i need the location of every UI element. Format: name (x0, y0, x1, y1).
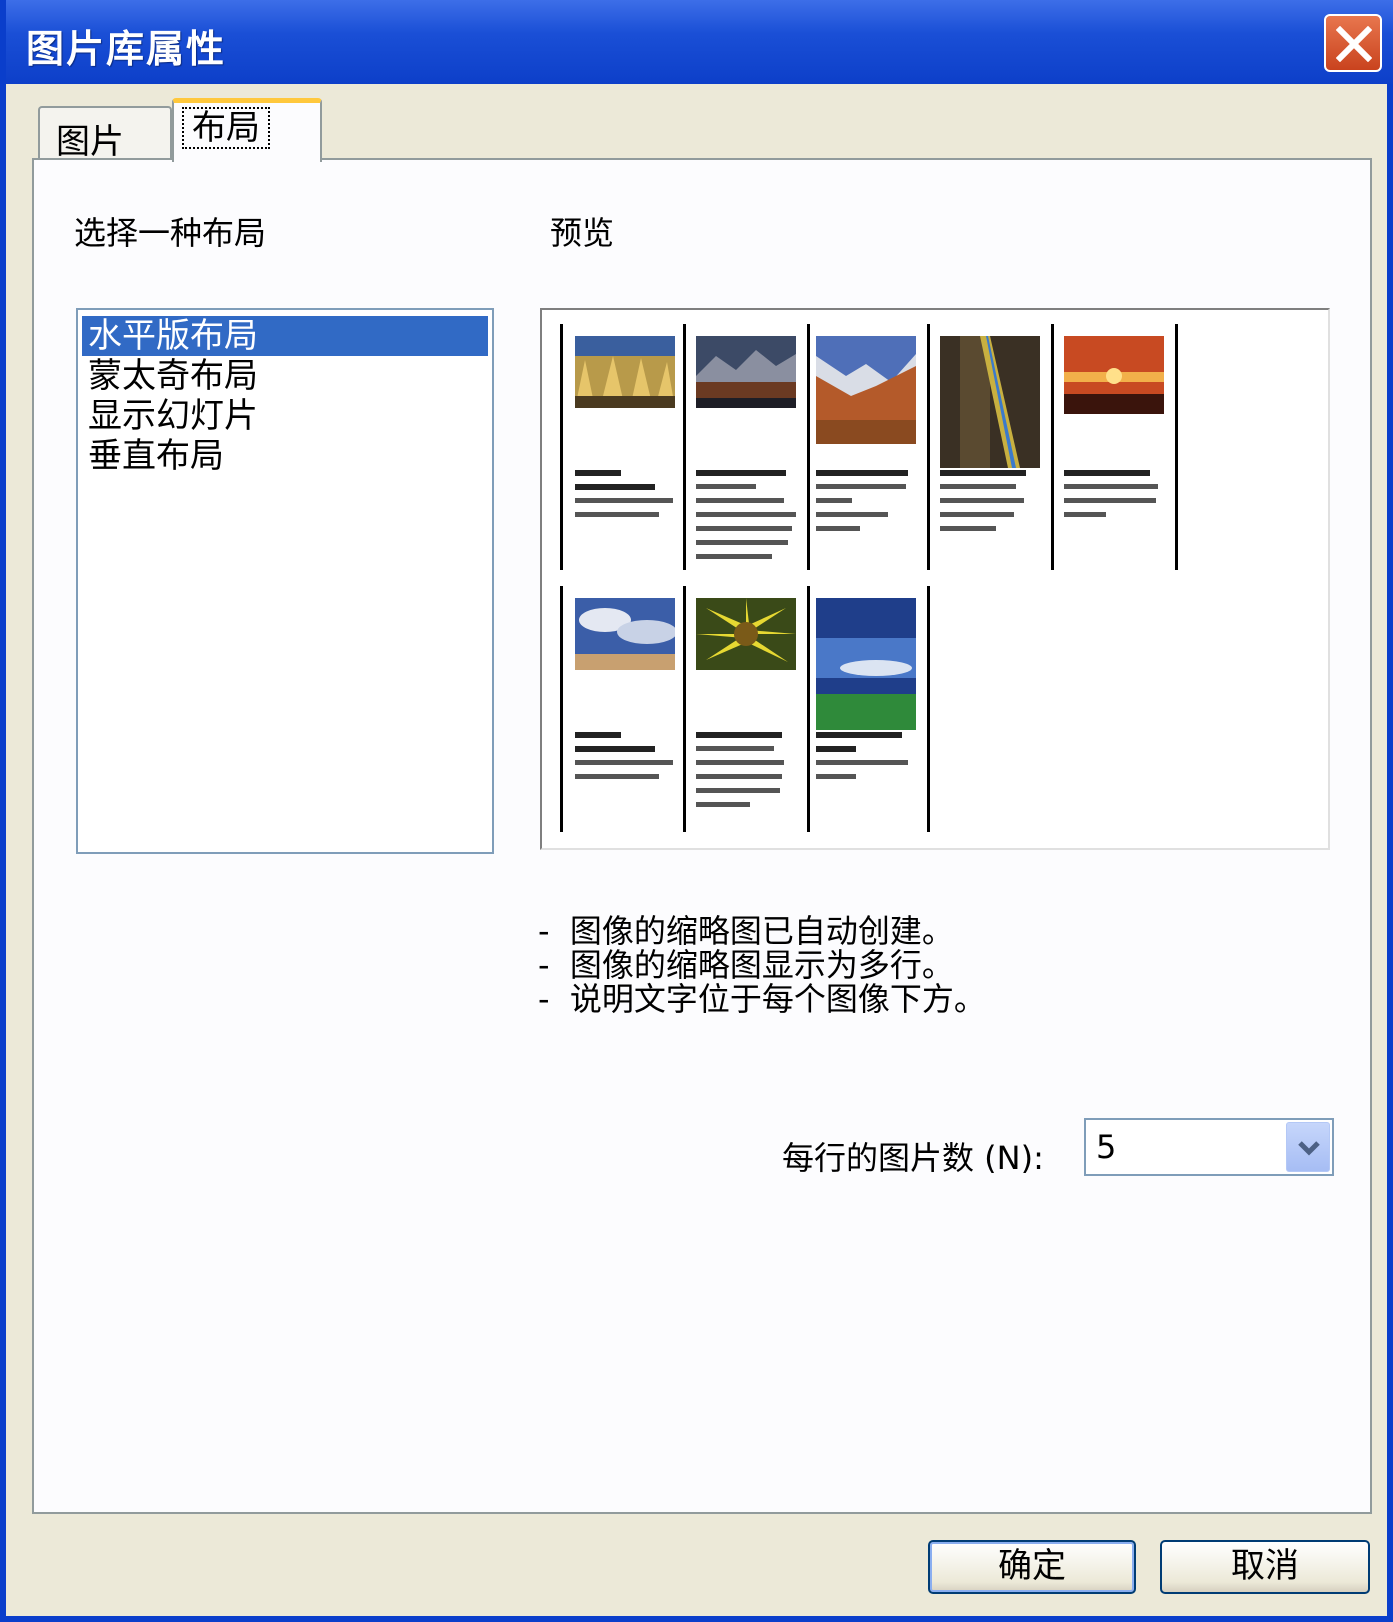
tab-layout[interactable]: 布局 (172, 98, 322, 162)
thumbnail-image (696, 598, 796, 670)
thumbnail-image (940, 336, 1040, 468)
close-button[interactable] (1324, 14, 1382, 72)
preview-thumbnail (684, 586, 810, 832)
preview-thumbnail (560, 324, 686, 570)
preview-thumbnail (804, 586, 930, 832)
preview-thumbnail (684, 324, 810, 570)
preview-thumbnail (560, 586, 686, 832)
title-bar[interactable]: 图片库属性 (6, 0, 1393, 84)
tab-layout-label: 布局 (182, 107, 270, 149)
thumbnail-image (696, 336, 796, 408)
preview-thumbnail (1052, 324, 1178, 570)
description-line: - 图像的缩略图已自动创建。 (538, 912, 954, 950)
layout-item-horizontal[interactable]: 水平版布局 (82, 316, 488, 356)
chevron-down-icon (1298, 1141, 1320, 1156)
layout-listbox[interactable]: 水平版布局 蒙太奇布局 显示幻灯片 垂直布局 (76, 308, 494, 854)
layout-item-slideshow[interactable]: 显示幻灯片 (82, 396, 488, 436)
ok-button[interactable]: 确定 (928, 1540, 1136, 1594)
tab-pictures[interactable]: 图片 (38, 106, 172, 162)
tab-pictures-label: 图片 (56, 122, 124, 162)
choose-layout-label: 选择一种布局 (74, 214, 267, 252)
cancel-button[interactable]: 取消 (1160, 1540, 1370, 1594)
thumbnail-image (816, 598, 916, 730)
description-line: - 说明文字位于每个图像下方。 (538, 980, 986, 1018)
close-icon (1336, 26, 1372, 62)
layout-preview (540, 308, 1330, 850)
pictures-per-row-value: 5 (1096, 1128, 1117, 1166)
dialog-window: 图片库属性 图片 布局 选择一种布局 预览 水平版布局 蒙太奇布局 显示幻灯片 … (0, 0, 1393, 1622)
thumbnail-image (1064, 336, 1164, 414)
pictures-per-row-select[interactable]: 5 (1084, 1118, 1334, 1176)
layout-item-vertical[interactable]: 垂直布局 (82, 436, 488, 476)
dropdown-button[interactable] (1286, 1122, 1330, 1172)
description-line: - 图像的缩略图显示为多行。 (538, 946, 954, 984)
window-title: 图片库属性 (26, 27, 227, 71)
thumbnail-image (816, 336, 916, 444)
layout-item-montage[interactable]: 蒙太奇布局 (82, 356, 488, 396)
thumbnail-image (575, 598, 675, 670)
pictures-per-row-label: 每行的图片数 (N): (782, 1139, 1044, 1177)
thumbnail-image (575, 336, 675, 408)
preview-thumbnail (928, 324, 1054, 570)
preview-thumbnail (804, 324, 930, 570)
preview-label: 预览 (550, 214, 615, 252)
